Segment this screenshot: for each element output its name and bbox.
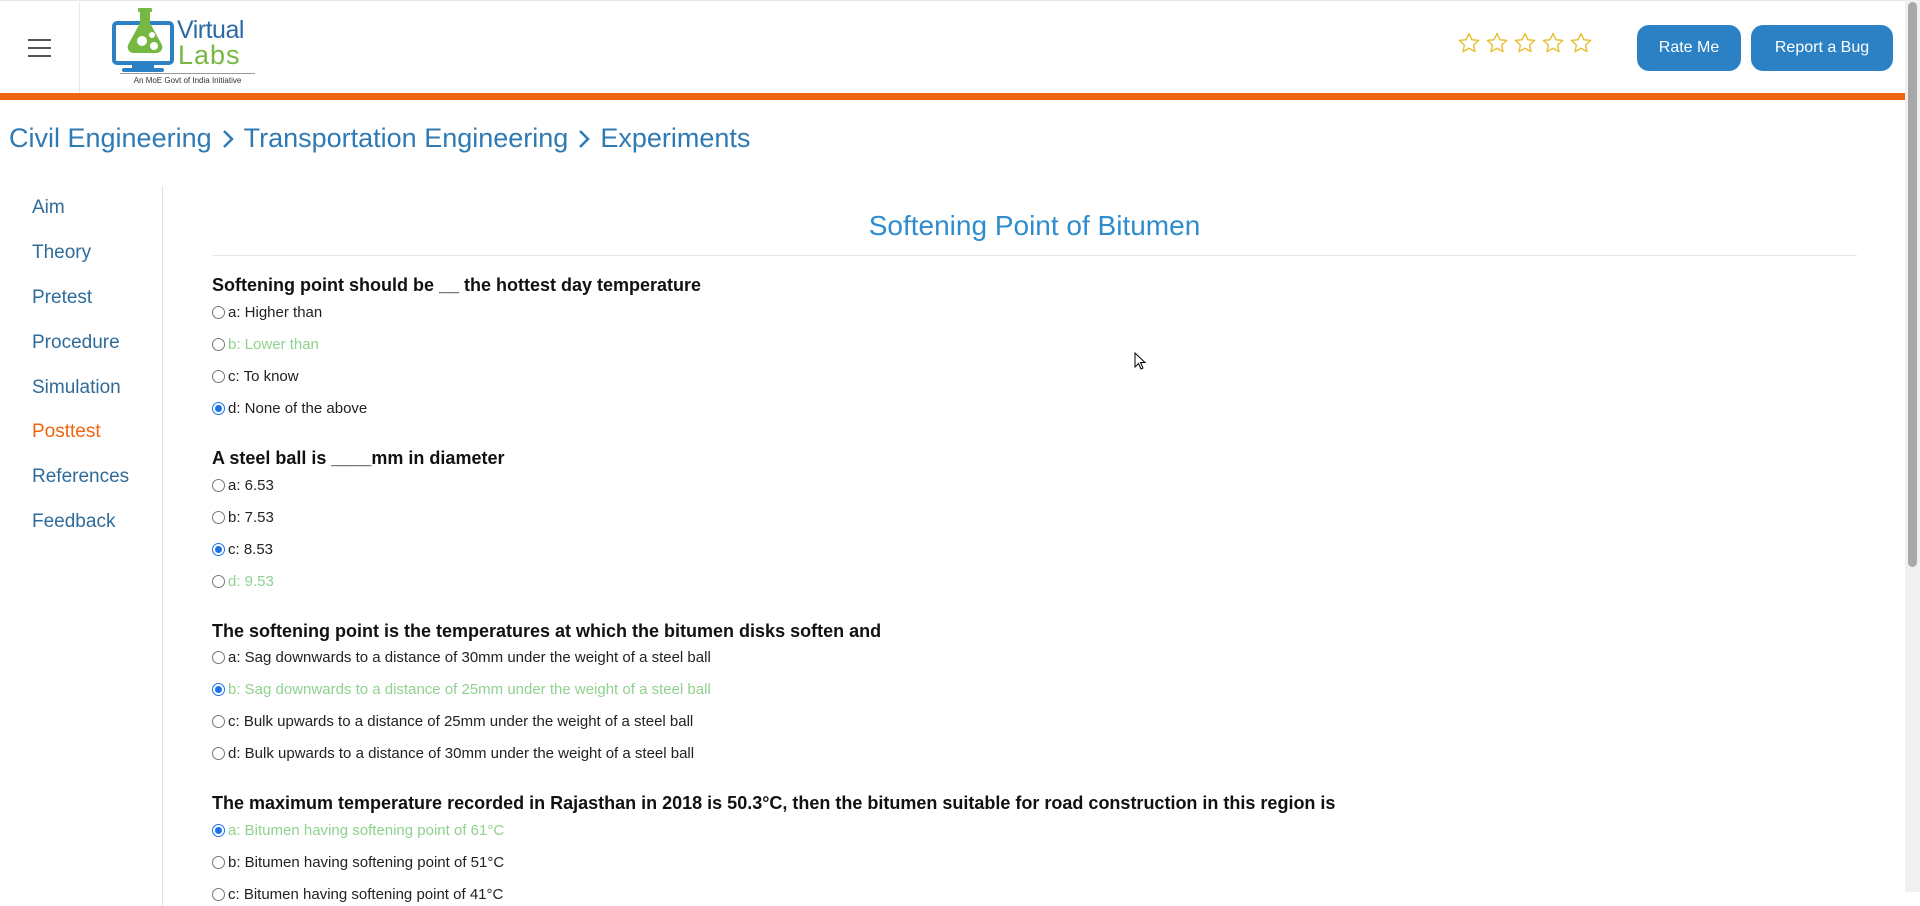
question-3-text: The softening point is the temperatures … (212, 621, 882, 641)
radio-button[interactable] (212, 651, 225, 664)
question-4-option-b[interactable]: b: Bitumen having softening point of 51°… (212, 854, 504, 871)
logo-word-labs: Labs (178, 40, 241, 70)
vertical-scrollbar[interactable] (1905, 0, 1920, 892)
star-icon[interactable] (1457, 31, 1481, 55)
question-3-option-d[interactable]: d: Bulk upwards to a distance of 30mm un… (212, 745, 694, 762)
rate-me-button[interactable]: Rate Me (1637, 25, 1741, 71)
star-icon[interactable] (1569, 31, 1593, 55)
rating-stars (1457, 31, 1593, 55)
radio-button[interactable] (212, 888, 225, 901)
chevron-right-icon (579, 129, 591, 148)
question-2-option-a[interactable]: a: 6.53 (212, 477, 274, 494)
radio-button[interactable] (212, 747, 225, 760)
option-label: b: Bitumen having softening point of 51°… (228, 854, 505, 871)
option-label: c: To know (228, 368, 299, 385)
question-1-option-d[interactable]: d: None of the above (212, 400, 367, 417)
radio-button[interactable] (212, 575, 225, 588)
breadcrumb-item-experiments[interactable]: Experiments (600, 123, 750, 154)
radio-button[interactable] (212, 683, 225, 696)
chevron-right-icon (222, 129, 234, 148)
question-1-text: Softening point should be __ the hottest… (212, 275, 702, 295)
option-label: b: Lower than (228, 336, 319, 353)
scrollbar-thumb[interactable] (1908, 2, 1917, 567)
question-4-text: The maximum temperature recorded in Raja… (212, 793, 1336, 813)
option-label: d: None of the above (228, 400, 368, 417)
question-2-option-c[interactable]: c: 8.53 (212, 541, 273, 558)
hamburger-icon (28, 39, 51, 57)
mouse-pointer-icon (1134, 352, 1146, 370)
radio-button[interactable] (212, 824, 225, 837)
logo-tagline: An MoE Govt of India Initiative (120, 73, 255, 85)
radio-button[interactable] (212, 370, 225, 383)
question-3-option-a[interactable]: a: Sag downwards to a distance of 30mm u… (212, 649, 711, 666)
virtual-labs-logo[interactable]: Virtual Labs An MoE Govt of India Initia… (106, 5, 256, 87)
option-label: c: 8.53 (228, 541, 274, 558)
question-1-option-b[interactable]: b: Lower than (212, 336, 319, 353)
option-label: a: Sag downwards to a distance of 30mm u… (228, 649, 711, 666)
radio-button[interactable] (212, 511, 225, 524)
option-label: b: 7.53 (228, 509, 274, 526)
star-icon[interactable] (1541, 31, 1565, 55)
option-label: a: 6.53 (228, 477, 274, 494)
radio-button[interactable] (212, 543, 225, 556)
sidebar-item-simulation[interactable]: Simulation (32, 377, 121, 399)
report-bug-button[interactable]: Report a Bug (1751, 25, 1893, 71)
star-icon[interactable] (1485, 31, 1509, 55)
question-3-option-c[interactable]: c: Bulk upwards to a distance of 25mm un… (212, 713, 693, 730)
page-title: Softening Point of Bitumen (868, 210, 1201, 241)
option-label: d: Bulk upwards to a distance of 30mm un… (228, 745, 695, 762)
star-icon[interactable] (1513, 31, 1537, 55)
breadcrumb-item-transportation-engineering[interactable]: Transportation Engineering (244, 123, 569, 154)
sidebar-item-procedure[interactable]: Procedure (32, 332, 120, 354)
question-1-option-c[interactable]: c: To know (212, 368, 299, 385)
option-label: a: Higher than (228, 304, 323, 321)
sidebar-item-posttest[interactable]: Posttest (32, 421, 101, 443)
question-2-text: A steel ball is ____mm in diameter (212, 448, 505, 468)
question-2-option-b[interactable]: b: 7.53 (212, 509, 274, 526)
title-divider (212, 255, 1857, 256)
question-4-option-c[interactable]: c: Bitumen having softening point of 41°… (212, 886, 503, 903)
radio-button[interactable] (212, 306, 225, 319)
radio-button[interactable] (212, 402, 225, 415)
breadcrumb-item-civil-engineering[interactable]: Civil Engineering (9, 123, 212, 154)
option-label: d: 9.53 (228, 573, 274, 590)
flask-monitor-icon (112, 8, 174, 72)
radio-button[interactable] (212, 715, 225, 728)
sidebar-item-pretest[interactable]: Pretest (32, 287, 92, 309)
sidebar-nav: Aim Theory Pretest Procedure Simulation … (0, 186, 163, 906)
option-label: c: Bitumen having softening point of 41°… (228, 886, 504, 903)
question-4-option-a[interactable]: a: Bitumen having softening point of 61°… (212, 822, 504, 839)
question-2-option-d[interactable]: d: 9.53 (212, 573, 274, 590)
option-label: c: Bulk upwards to a distance of 25mm un… (228, 713, 694, 730)
hamburger-menu-button[interactable] (0, 2, 80, 93)
breadcrumb: Civil Engineering Transportation Enginee… (9, 123, 750, 154)
sidebar-item-theory[interactable]: Theory (32, 242, 91, 264)
header-accent-bar (0, 93, 1905, 100)
sidebar-item-references[interactable]: References (32, 466, 129, 488)
question-3-option-b[interactable]: b: Sag downwards to a distance of 25mm u… (212, 681, 711, 698)
site-header: Virtual Labs An MoE Govt of India Initia… (0, 0, 1905, 94)
option-label: a: Bitumen having softening point of 61°… (228, 822, 505, 839)
option-label: b: Sag downwards to a distance of 25mm u… (228, 681, 711, 698)
radio-button[interactable] (212, 479, 225, 492)
question-1-option-a[interactable]: a: Higher than (212, 304, 322, 321)
sidebar-item-feedback[interactable]: Feedback (32, 511, 115, 533)
radio-button[interactable] (212, 856, 225, 869)
sidebar-item-aim[interactable]: Aim (32, 197, 65, 219)
radio-button[interactable] (212, 338, 225, 351)
